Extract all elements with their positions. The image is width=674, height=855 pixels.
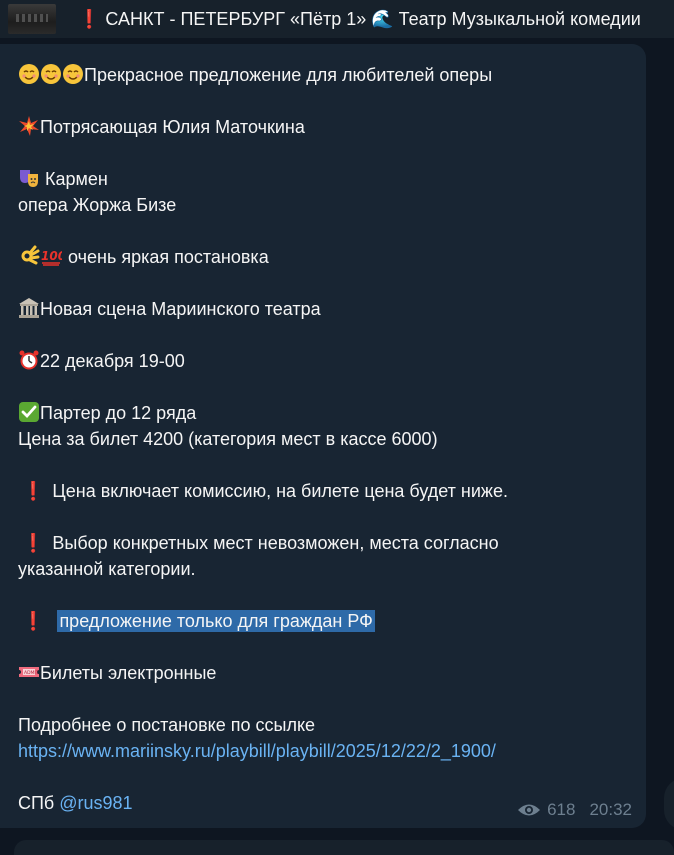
- author-mention-link[interactable]: @rus981: [59, 793, 132, 813]
- line-production: 100 очень яркая постановка: [18, 244, 633, 270]
- line-offer: Прекрасное предложение для любителей опе…: [18, 62, 633, 88]
- eye-icon: [518, 804, 541, 816]
- smiling-face-icon: [41, 64, 61, 84]
- scroll-down-button[interactable]: [664, 778, 674, 830]
- line-date: 22 декабря 19-00: [18, 348, 633, 374]
- line-citizens: ❗ предложение только для граждан РФ: [18, 608, 633, 634]
- line-composer: опера Жоржа Бизе: [18, 195, 177, 215]
- playbill-link[interactable]: https://www.mariinsky.ru/playbill/playbi…: [18, 741, 496, 761]
- message-bubble[interactable]: Прекрасное предложение для любителей опе…: [0, 44, 646, 828]
- check-mark-button-icon: [19, 402, 39, 422]
- commission-text: Цена включает комиссию, на билете цена б…: [52, 481, 508, 501]
- line-venue: Новая сцена Мариинского театра: [18, 296, 633, 322]
- line-seat-choice-cont: указанной категории.: [18, 559, 196, 579]
- alarm-clock-icon: [19, 350, 39, 370]
- view-count: 618: [547, 800, 576, 819]
- performing-arts-icon: [20, 170, 38, 187]
- line-seat-choice: ❗ Выбор конкретных мест невозможен, места…: [18, 530, 633, 556]
- message-time: 20:32: [589, 800, 632, 819]
- line-price: Цена за билет 4200 (категория мест в кас…: [18, 429, 438, 449]
- line-commission: ❗ Цена включает комиссию, на билете цена …: [18, 478, 633, 504]
- title-text: Кармен: [40, 169, 108, 189]
- date-text: 22 декабря 19-00: [40, 351, 185, 371]
- message-composer[interactable]: [14, 840, 674, 855]
- line-details: Подробнее о постановке по ссылке: [18, 715, 316, 735]
- seats-text: Партер до 12 ряда: [40, 403, 197, 423]
- collision-icon: [19, 116, 39, 136]
- pinned-title[interactable]: ❗️ САНКТ - ПЕТЕРБУРГ «Пётр 1» 🌊 Театр Му…: [78, 9, 668, 30]
- tickets-text: Билеты электронные: [40, 663, 217, 683]
- venue-text: Новая сцена Мариинского театра: [40, 299, 321, 319]
- signature-prefix: СПб: [18, 793, 60, 813]
- line-seats: Партер до 12 ряда: [18, 400, 633, 426]
- red-exclamation-icon: ❗: [22, 533, 45, 553]
- admission-ticket-icon: ADMIT: [19, 667, 39, 677]
- svg-text:100: 100: [41, 249, 62, 263]
- smiling-face-icon: [63, 64, 83, 84]
- hundred-points-icon: 100: [41, 249, 62, 266]
- production-text: очень яркая постановка: [68, 247, 269, 267]
- line-artist: Потрясающая Юлия Маточкина: [18, 114, 633, 140]
- line-link: https://www.mariinsky.ru/playbill/playbi…: [18, 738, 633, 764]
- line-tickets: ADMIT Билеты электронные: [18, 660, 633, 686]
- selected-text[interactable]: предложение только для граждан РФ: [57, 610, 375, 632]
- red-exclamation-icon: ❗: [22, 611, 45, 631]
- ok-hand-icon: [21, 245, 40, 265]
- channel-thumbnail: [8, 4, 56, 34]
- seat-choice-text: Выбор конкретных мест невозможен, места …: [52, 533, 499, 553]
- red-exclamation-icon: ❗: [22, 481, 45, 501]
- offer-text: Прекрасное предложение для любителей опе…: [84, 65, 493, 85]
- message-meta: 618 20:32: [517, 800, 632, 820]
- pinned-message-bar[interactable]: ❗️ САНКТ - ПЕТЕРБУРГ «Пётр 1» 🌊 Театр Му…: [0, 0, 674, 38]
- svg-text:ADMIT: ADMIT: [24, 670, 39, 676]
- line-title: Кармен: [18, 166, 633, 192]
- classical-building-icon: [19, 298, 39, 318]
- message-text: Прекрасное предложение для любителей опе…: [18, 62, 633, 816]
- artist-text: Потрясающая Юлия Маточкина: [40, 117, 305, 137]
- smiling-face-icon: [19, 64, 39, 84]
